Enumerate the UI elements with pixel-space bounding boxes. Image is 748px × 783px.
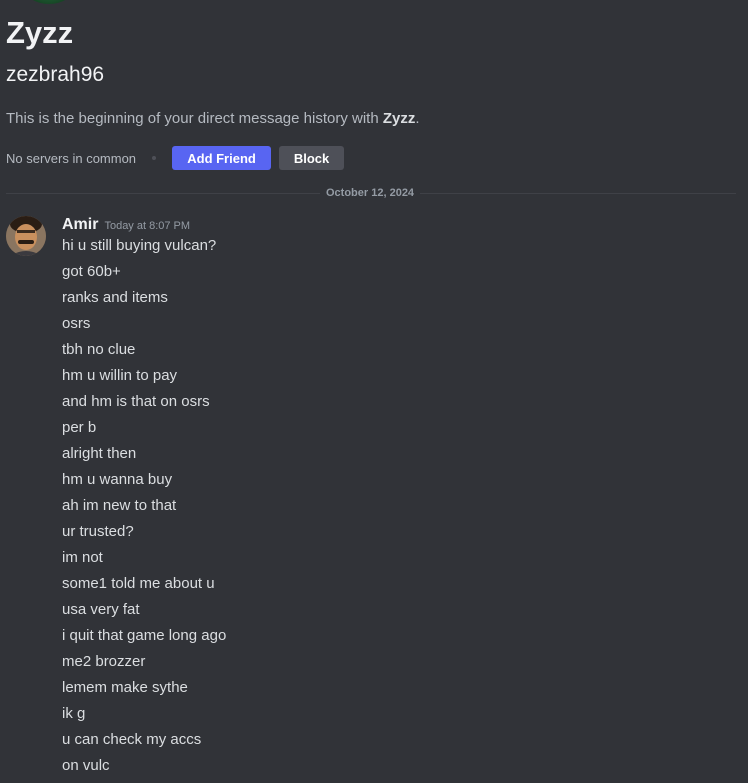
author-avatar[interactable] — [6, 216, 46, 256]
message-item[interactable]: on vulc — [62, 755, 226, 781]
dm-channel: Zyzz zezbrah96 This is the beginning of … — [0, 0, 748, 783]
message-item[interactable]: per b — [62, 417, 226, 443]
message-item[interactable]: hm u willin to pay — [62, 365, 226, 391]
profile-username: zezbrah96 — [6, 63, 105, 86]
message-item[interactable]: u can check my accs — [62, 729, 226, 755]
profile-actions: No servers in common Add Friend Block — [6, 146, 345, 170]
message-list: hi u still buying vulcan? got 60b+ ranks… — [62, 235, 226, 781]
message-item[interactable]: i quit that game long ago — [62, 625, 226, 651]
message-item[interactable]: hi u still buying vulcan? — [62, 235, 226, 261]
message-item[interactable]: and hm is that on osrs — [62, 391, 226, 417]
message-item[interactable]: ik g — [62, 703, 226, 729]
block-button[interactable]: Block — [279, 146, 345, 170]
dm-intro-name: Zyzz — [382, 110, 416, 127]
message-item[interactable]: alright then — [62, 443, 226, 469]
message-item[interactable]: ranks and items — [62, 287, 226, 313]
message-item[interactable]: usa very fat — [62, 599, 226, 625]
message-author[interactable]: Amir — [62, 216, 98, 233]
message-timestamp[interactable]: Today at 8:07 PM — [104, 220, 190, 232]
mutual-servers-text[interactable]: No servers in common — [6, 151, 136, 166]
dm-intro-suffix: . — [415, 110, 420, 127]
message-item[interactable]: got 60b+ — [62, 261, 226, 287]
message-item[interactable]: some1 told me about u — [62, 573, 226, 599]
message-item[interactable]: osrs — [62, 313, 226, 339]
date-divider-label: October 12, 2024 — [320, 186, 421, 201]
message-item[interactable]: me2 brozzer — [62, 651, 226, 677]
message-item[interactable]: lemem make sythe — [62, 677, 226, 703]
profile-display-name: Zyzz — [6, 15, 74, 50]
avatar-image — [6, 216, 46, 256]
message-item[interactable]: hm u wanna buy — [62, 469, 226, 495]
message-item[interactable]: im not — [62, 547, 226, 573]
message-item[interactable]: ur trusted? — [62, 521, 226, 547]
add-friend-button[interactable]: Add Friend — [172, 146, 272, 170]
dm-intro-text: This is the beginning of your direct mes… — [6, 109, 420, 129]
separator-dot — [152, 156, 157, 160]
message-header: Amir Today at 8:07 PM — [62, 214, 190, 237]
dm-intro-prefix: This is the beginning of your direct mes… — [6, 110, 383, 127]
message-item[interactable]: tbh no clue — [62, 339, 226, 365]
profile-avatar[interactable] — [24, 0, 74, 4]
message-item[interactable]: ah im new to that — [62, 495, 226, 521]
